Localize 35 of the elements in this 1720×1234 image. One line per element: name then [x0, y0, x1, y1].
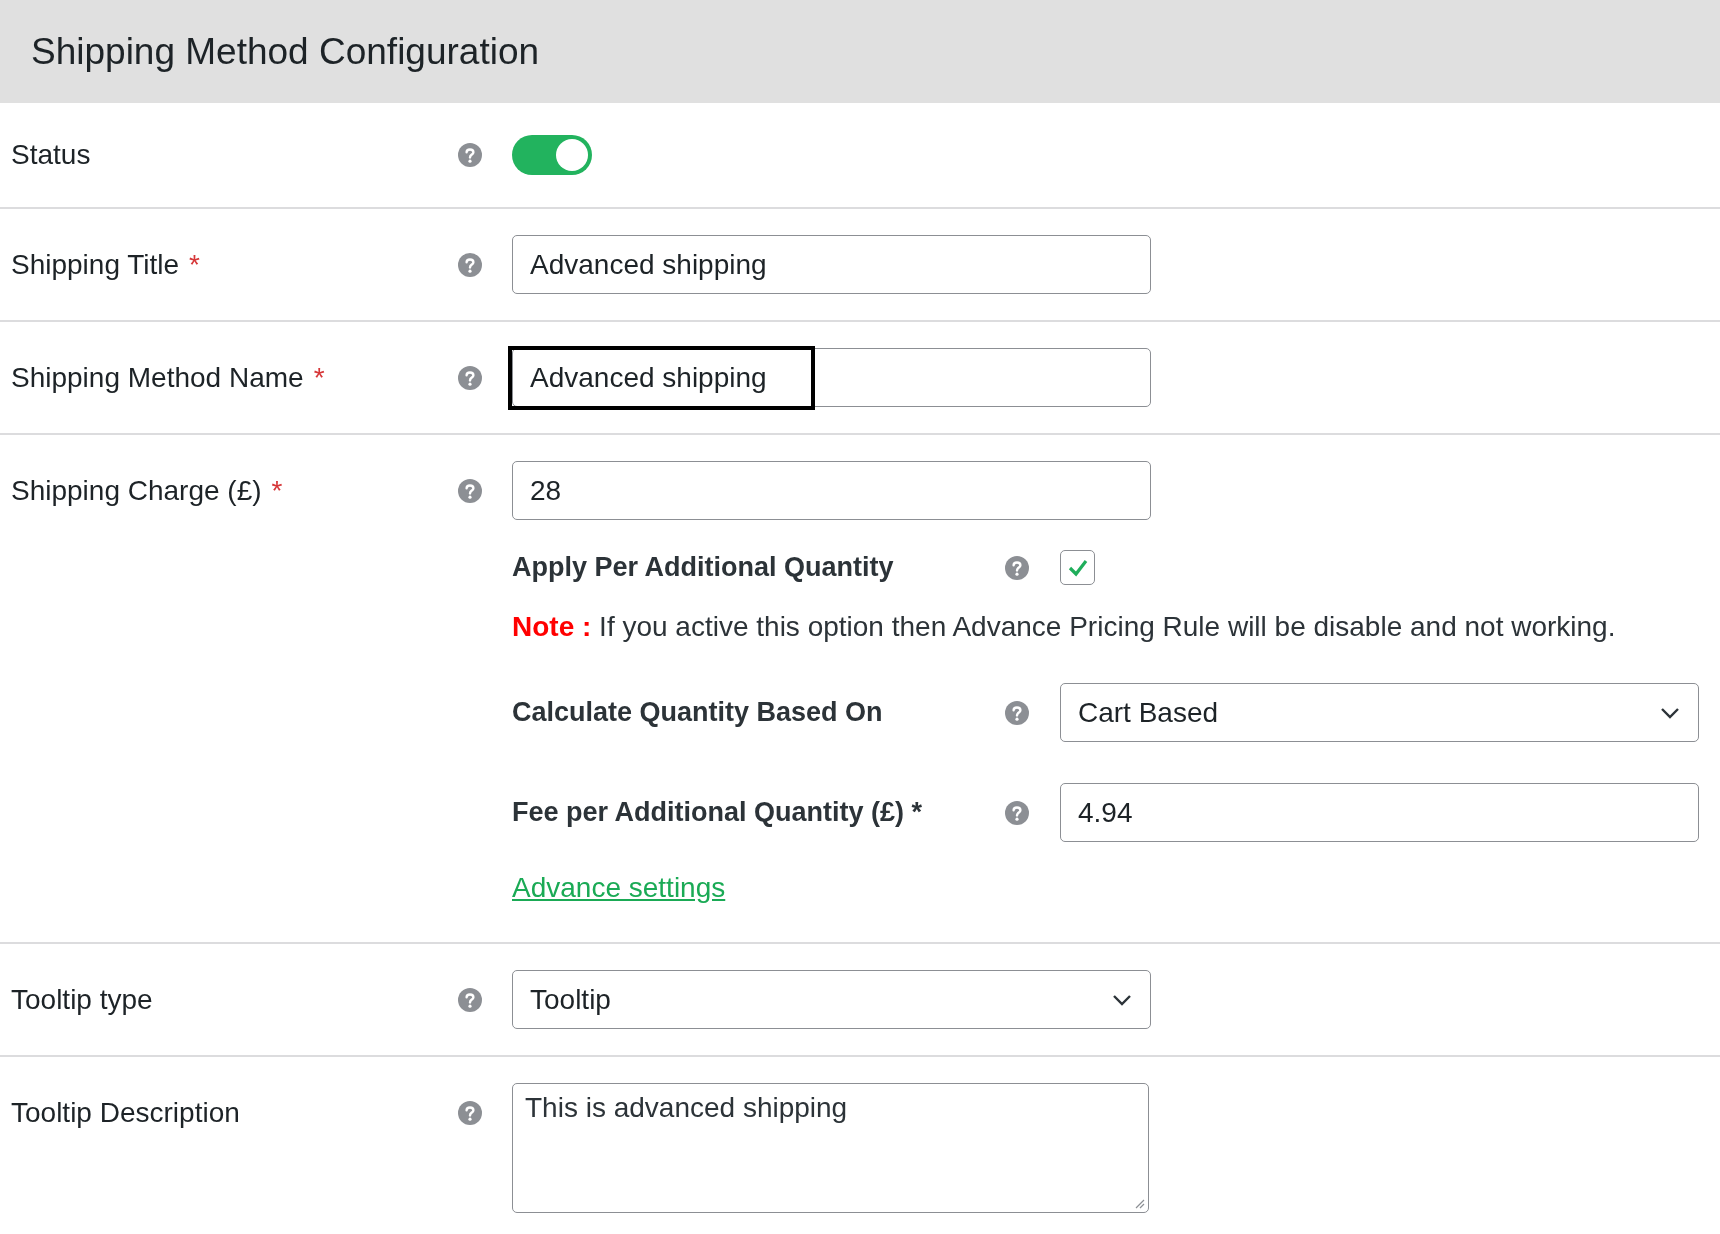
chevron-down-icon — [1660, 706, 1680, 719]
note-text: Note : If you active this option then Advance Pricing Rule will be disable and not working. — [512, 611, 1616, 643]
help-icon[interactable] — [458, 1100, 482, 1125]
resize-handle-icon — [1133, 1197, 1145, 1209]
text-input[interactable]: 28 — [512, 461, 1151, 520]
help-icon[interactable] — [458, 143, 482, 167]
required-mark: * — [313, 361, 325, 394]
field-label: Tooltip type — [11, 983, 153, 1016]
help-icon[interactable] — [458, 478, 482, 503]
section-title: Shipping Method Configuration — [31, 30, 540, 73]
fee-input[interactable]: 4.94 — [1060, 783, 1699, 842]
required-mark: * — [271, 474, 283, 507]
field-label: Shipping Title — [11, 248, 180, 281]
help-icon[interactable] — [458, 987, 482, 1012]
field-label: Shipping Charge (£) — [11, 474, 262, 507]
description-textarea[interactable]: This is advanced shipping — [512, 1083, 1149, 1213]
help-icon[interactable] — [458, 252, 482, 277]
quantity-basis-select[interactable]: Cart Based — [1060, 683, 1699, 742]
help-icon[interactable] — [1005, 700, 1029, 725]
option-label: Fee per Additional Quantity (£) * — [512, 797, 924, 828]
option-label: Calculate Quantity Based On — [512, 697, 884, 728]
text-input[interactable]: Advanced shipping — [512, 235, 1151, 294]
field-label: Tooltip Description — [11, 1096, 240, 1129]
field-label: Shipping Method Name — [11, 361, 304, 394]
text-input[interactable]: Advanced shipping — [512, 348, 1151, 407]
help-icon[interactable] — [1005, 800, 1029, 825]
required-mark: * — [189, 248, 200, 281]
option-label: Apply Per Additional Quantity — [512, 552, 895, 583]
chevron-down-icon — [1112, 993, 1132, 1006]
help-icon[interactable] — [1005, 555, 1029, 580]
field-label: Status — [11, 139, 91, 171]
status-toggle[interactable] — [512, 135, 592, 175]
tooltip-type-select[interactable]: Tooltip — [512, 970, 1151, 1029]
checkbox[interactable] — [1060, 550, 1095, 585]
help-icon[interactable] — [458, 365, 482, 390]
